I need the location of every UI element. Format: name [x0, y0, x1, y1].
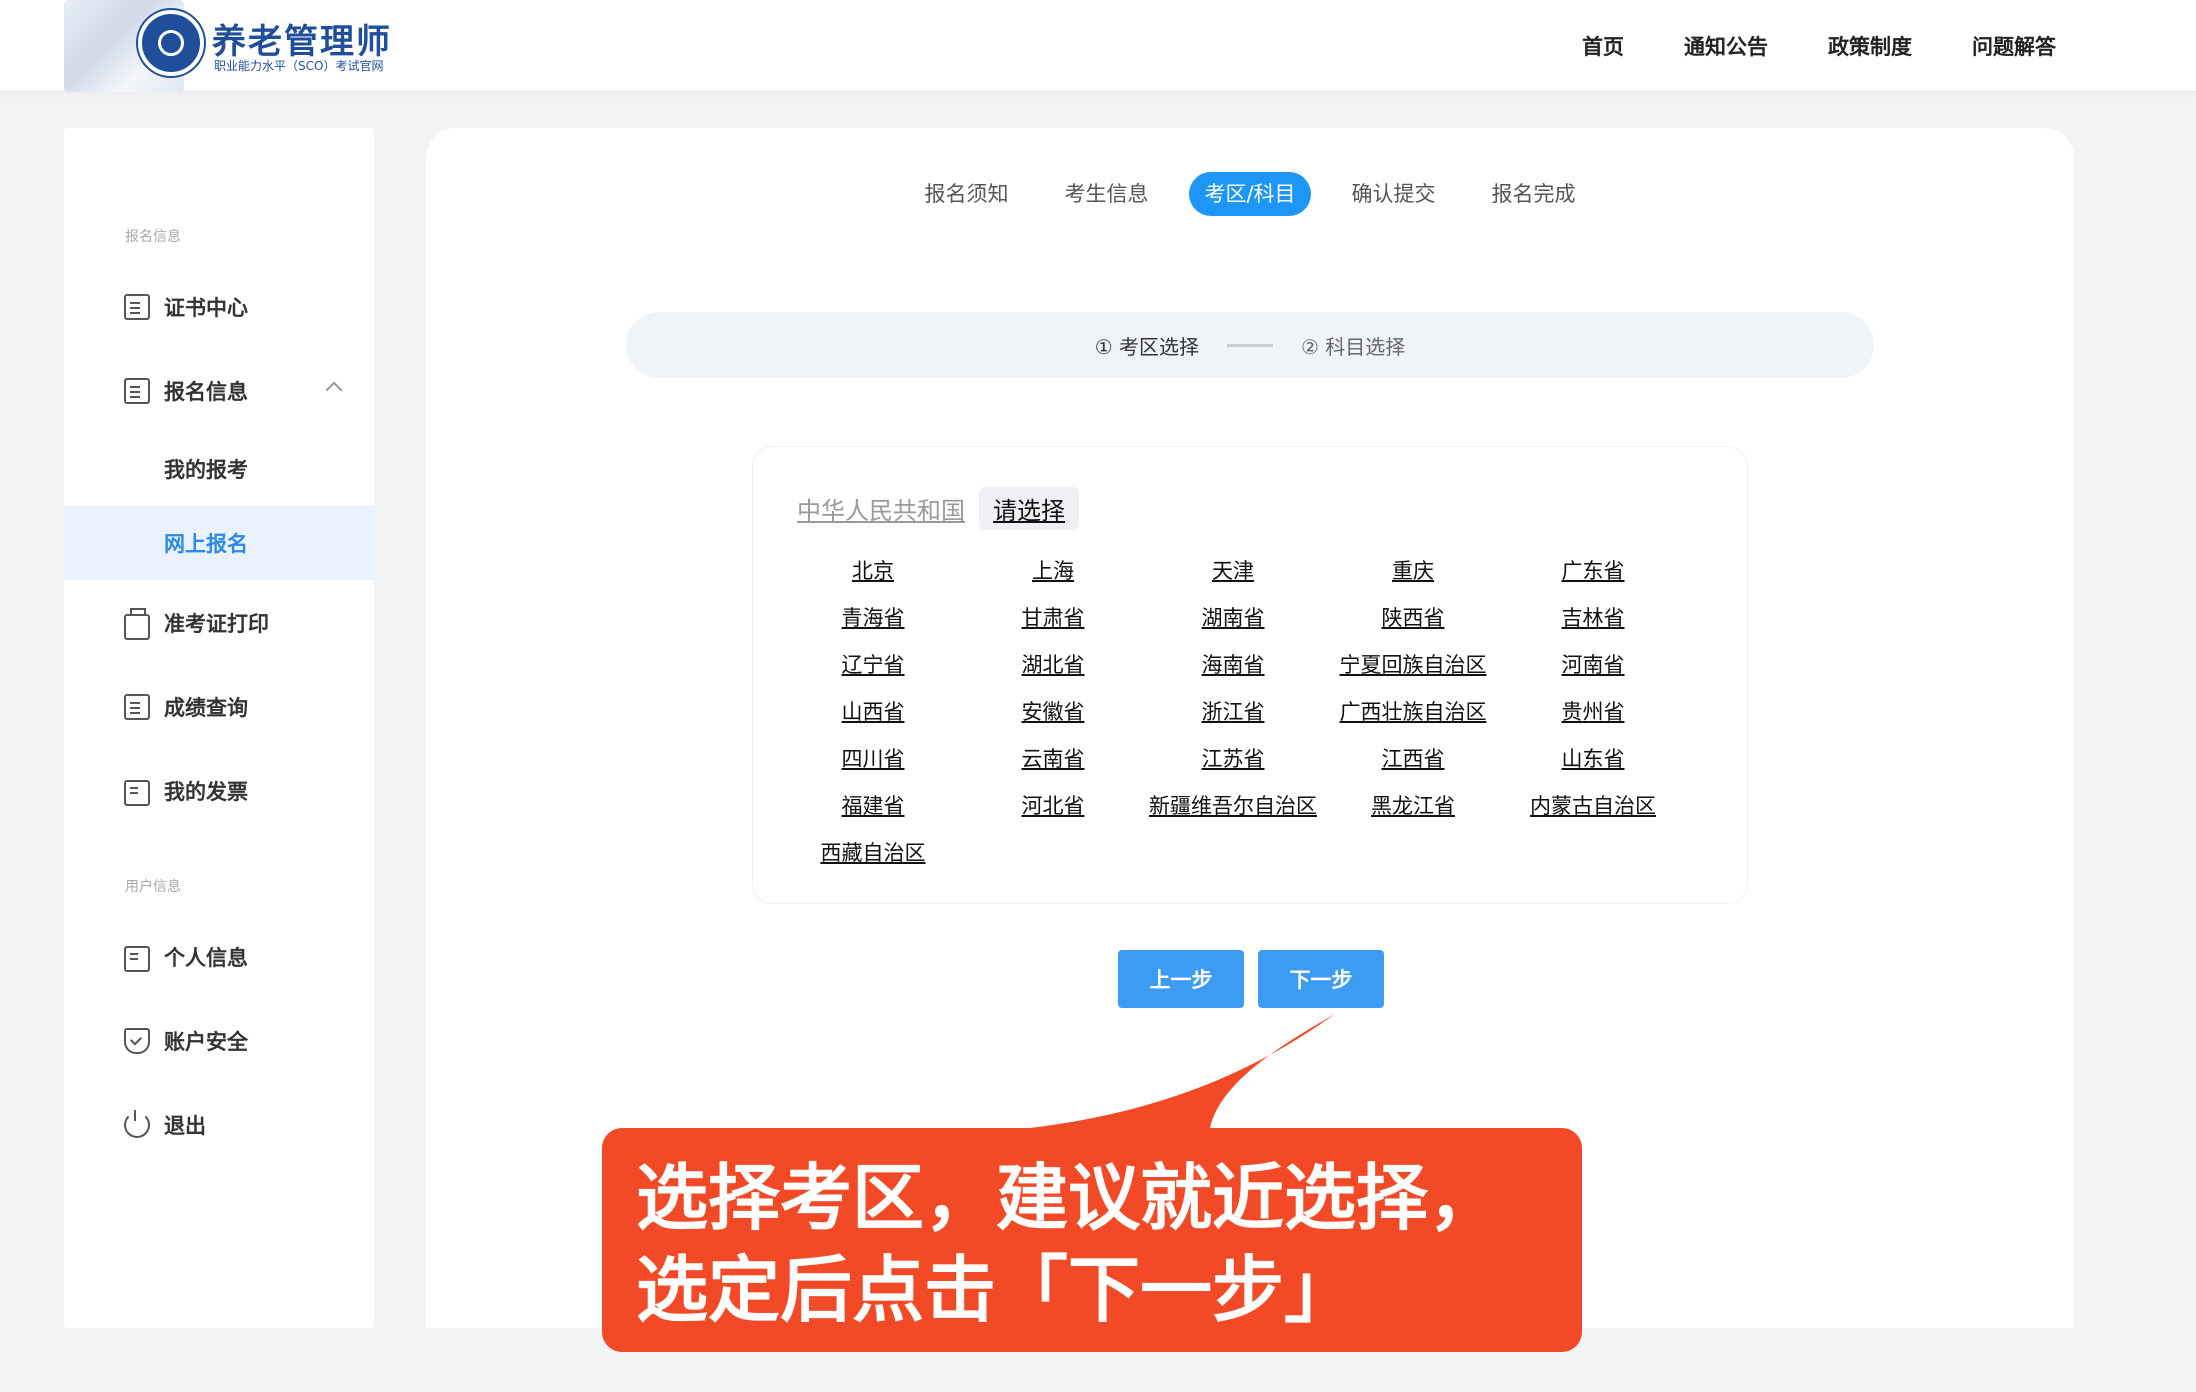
province-option[interactable]: 西藏自治区	[783, 839, 963, 867]
sidebar-item-label: 个人信息	[164, 946, 248, 970]
province-grid: 北京 上海 天津 重庆 广东省青海省 甘肃省 湖南省 陕西省 吉林省辽宁省 湖北省 海南省 宁夏回族自…	[783, 557, 1683, 867]
sidebar-item-label: 成绩查询	[164, 696, 248, 720]
sidebar-item-label: 网上报名	[164, 532, 248, 556]
certificate-icon	[124, 294, 150, 320]
province-option[interactable]: 浙江省	[1143, 698, 1323, 726]
region-selector: 中华人民共和国 请选择 北京 上海 天津 重庆 广东省青海省 甘肃省 湖南省 陕西省 吉林省辽宁…	[752, 446, 1748, 904]
sidebar-item-label: 我的发票	[164, 780, 248, 804]
sub-steps-bar: ① 考区选择 ② 科目选择	[626, 312, 1874, 378]
sidebar-item-invoice[interactable]: 我的发票	[64, 754, 374, 828]
printer-icon	[124, 608, 150, 640]
province-option[interactable]: 湖南省	[1143, 604, 1323, 632]
province-option[interactable]: 内蒙古自治区	[1503, 792, 1683, 820]
sidebar-group-user: 用户信息	[125, 879, 181, 895]
province-option[interactable]: 重庆	[1323, 557, 1503, 585]
brand-subtitle: 职业能力水平（SCO）考试官网	[214, 59, 384, 73]
province-option[interactable]: 湖北省	[963, 651, 1143, 679]
sidebar-group-signup: 报名信息	[125, 229, 181, 245]
province-option[interactable]: 河南省	[1503, 651, 1683, 679]
province-option[interactable]: 天津	[1143, 557, 1323, 585]
province-option[interactable]: 四川省	[783, 745, 963, 773]
nav-policy[interactable]: 政策制度	[1828, 31, 1912, 61]
region-country-link[interactable]: 中华人民共和国	[797, 491, 965, 526]
sidebar-item-label: 账户安全	[164, 1030, 248, 1054]
chevron-up-icon	[325, 381, 343, 399]
province-option[interactable]: 新疆维吾尔自治区	[1143, 792, 1323, 820]
top-nav: 首页 通知公告 政策制度 问题解答	[1582, 0, 2056, 92]
province-option[interactable]: 甘肃省	[963, 604, 1143, 632]
province-option[interactable]: 上海	[963, 557, 1143, 585]
nav-notices[interactable]: 通知公告	[1684, 31, 1768, 61]
region-placeholder-tab[interactable]: 请选择	[979, 487, 1079, 530]
province-option[interactable]: 吉林省	[1503, 604, 1683, 632]
progress-steps: 报名须知 考生信息 考区/科目 确认提交 报名完成	[426, 172, 2074, 216]
province-option[interactable]: 山东省	[1503, 745, 1683, 773]
province-option[interactable]: 广东省	[1503, 557, 1683, 585]
sidebar-item-label: 报名信息	[164, 380, 248, 404]
substep-region: ① 考区选择	[1094, 334, 1199, 359]
brand-title: 养老管理师	[212, 22, 392, 62]
sidebar-item-logout[interactable]: 退出	[64, 1088, 374, 1162]
sidebar-item-label: 退出	[164, 1114, 206, 1138]
sidebar-item-online-signup[interactable]: 网上报名	[64, 506, 374, 580]
province-option[interactable]: 山西省	[783, 698, 963, 726]
province-option[interactable]: 贵州省	[1503, 698, 1683, 726]
nav-home[interactable]: 首页	[1582, 31, 1624, 61]
sidebar-item-profile[interactable]: 个人信息	[64, 920, 374, 994]
site-logo[interactable]: 养老管理师 职业能力水平（SCO）考试官网	[64, 0, 424, 92]
province-option[interactable]: 广西壮族自治区	[1323, 698, 1503, 726]
sidebar-item-cert[interactable]: 证书中心	[64, 270, 374, 344]
sidebar-item-score[interactable]: 成绩查询	[64, 670, 374, 744]
sidebar-item-signup[interactable]: 报名信息	[64, 354, 374, 428]
substep-subject: ② 科目选择	[1301, 334, 1406, 359]
province-option[interactable]: 北京	[783, 557, 963, 585]
next-button[interactable]: 下一步	[1258, 950, 1384, 1008]
prev-button[interactable]: 上一步	[1118, 950, 1244, 1008]
province-option[interactable]: 黑龙江省	[1323, 792, 1503, 820]
province-option[interactable]: 江苏省	[1143, 745, 1323, 773]
province-option[interactable]: 江西省	[1323, 745, 1503, 773]
search-document-icon	[124, 694, 150, 720]
instruction-callout: 选择考区，建议就近选择， 选定后点击「下一步」	[602, 1128, 1582, 1352]
sidebar-item-my-exam[interactable]: 我的报考	[64, 432, 374, 506]
logo-emblem-icon	[138, 10, 204, 76]
province-option[interactable]: 云南省	[963, 745, 1143, 773]
province-option[interactable]: 辽宁省	[783, 651, 963, 679]
step-complete[interactable]: 报名完成	[1477, 172, 1591, 216]
callout-line-1: 选择考区，建议就近选择，	[636, 1156, 1501, 1240]
nav-faq[interactable]: 问题解答	[1972, 31, 2056, 61]
region-breadcrumb: 中华人民共和国 请选择	[797, 487, 1079, 530]
province-option[interactable]: 福建省	[783, 792, 963, 820]
form-icon	[124, 378, 150, 404]
step-candidate-info[interactable]: 考生信息	[1049, 172, 1163, 216]
step-region-subject[interactable]: 考区/科目	[1189, 172, 1311, 216]
top-header: 养老管理师 职业能力水平（SCO）考试官网 首页 通知公告 政策制度 问题解答	[0, 0, 2196, 92]
sidebar-item-security[interactable]: 账户安全	[64, 1004, 374, 1078]
province-option[interactable]: 海南省	[1143, 651, 1323, 679]
step-confirm[interactable]: 确认提交	[1337, 172, 1451, 216]
sidebar: 报名信息 证书中心 报名信息 我的报考 网上报名 准考证打印 成绩查询 我的发票…	[64, 128, 374, 1328]
sidebar-item-label: 我的报考	[164, 458, 248, 482]
id-card-icon	[124, 946, 150, 972]
callout-line-2: 选定后点击「下一步」	[636, 1248, 1357, 1332]
power-icon	[124, 1110, 150, 1138]
province-option[interactable]: 陕西省	[1323, 604, 1503, 632]
province-option[interactable]: 青海省	[783, 604, 963, 632]
province-option[interactable]: 河北省	[963, 792, 1143, 820]
sidebar-item-label: 准考证打印	[164, 612, 269, 636]
province-option[interactable]: 安徽省	[963, 698, 1143, 726]
sidebar-item-label: 证书中心	[164, 296, 248, 320]
sidebar-item-ticket[interactable]: 准考证打印	[64, 586, 374, 660]
step-notice[interactable]: 报名须知	[909, 172, 1023, 216]
ticket-icon	[124, 780, 150, 806]
province-option[interactable]: 宁夏回族自治区	[1323, 651, 1503, 679]
shield-icon	[124, 1028, 150, 1054]
substep-divider	[1227, 343, 1273, 347]
